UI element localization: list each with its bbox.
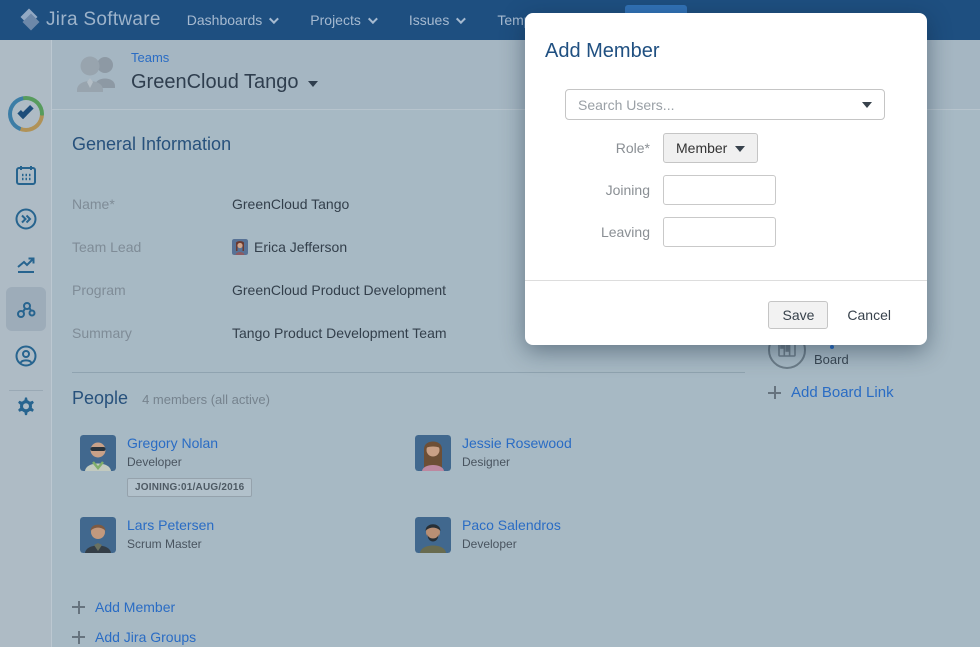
member-name-link[interactable]: Gregory Nolan [127, 435, 252, 452]
jira-logo-icon [20, 11, 38, 29]
add-jira-groups-label: Add Jira Groups [95, 629, 196, 645]
avatar [415, 435, 451, 471]
add-member-label: Add Member [95, 599, 175, 615]
dialog-footer-divider [525, 280, 927, 281]
plus-icon [72, 601, 85, 614]
nav-item-label: Dashboards [187, 12, 263, 28]
cancel-button[interactable]: Cancel [847, 307, 891, 323]
chart-icon[interactable] [14, 252, 38, 276]
avatar [80, 517, 116, 553]
avatar [415, 517, 451, 553]
member-role: Developer [462, 537, 561, 551]
nav-item-issues[interactable]: Issues [409, 12, 463, 28]
leaving-row: Leaving [525, 217, 927, 247]
member-card: Paco Salendros Developer [415, 517, 750, 575]
leaving-label: Leaving [525, 224, 650, 240]
dropdown-caret-icon[interactable] [862, 102, 872, 108]
role-value: Member [676, 140, 727, 156]
field-label: Team Lead [72, 239, 232, 255]
member-role: Designer [462, 455, 572, 469]
field-value: GreenCloud Product Development [232, 282, 446, 298]
member-card: Lars Petersen Scrum Master [80, 517, 415, 575]
add-board-link-label: Add Board Link [791, 384, 894, 401]
sidebar-divider [9, 390, 43, 391]
add-board-link[interactable]: Add Board Link [768, 384, 894, 401]
breadcrumb-teams-link[interactable]: Teams [131, 50, 169, 65]
gear-icon[interactable] [14, 394, 38, 418]
truncated-link-fragment [830, 345, 834, 349]
member-name-link[interactable]: Jessie Rosewood [462, 435, 572, 452]
dropdown-caret-icon [735, 146, 745, 152]
tempo-logo-icon[interactable] [8, 96, 44, 132]
search-users-input[interactable] [566, 97, 862, 113]
page-title-dropdown[interactable]: GreenCloud Tango [131, 71, 318, 94]
field-value: GreenCloud Tango [232, 196, 349, 212]
field-label: Summary [72, 325, 232, 341]
save-button[interactable]: Save [768, 301, 828, 329]
joining-date-input[interactable] [663, 175, 776, 205]
page-title: GreenCloud Tango [131, 71, 299, 94]
member-card: Jessie Rosewood Designer [415, 435, 750, 497]
section-heading: People [72, 388, 128, 409]
role-row: Role* Member [525, 133, 927, 163]
nav-item-label: Issues [409, 12, 449, 28]
dropdown-caret-icon [308, 81, 318, 87]
add-jira-groups-link[interactable]: Add Jira Groups [72, 629, 752, 645]
user-icon[interactable] [14, 344, 38, 368]
nav-item-projects[interactable]: Projects [310, 12, 375, 28]
chevron-down-icon [269, 14, 279, 24]
dialog-title: Add Member [545, 40, 660, 63]
people-subtitle: 4 members (all active) [142, 392, 270, 407]
jira-logo[interactable]: Jira Software [20, 9, 161, 31]
member-role: Developer [127, 455, 252, 469]
jira-logo-text: Jira Software [46, 9, 161, 31]
chevron-down-icon [368, 14, 378, 24]
plus-icon [72, 631, 85, 644]
calendar-icon[interactable] [14, 163, 38, 187]
leaving-date-input[interactable] [663, 217, 776, 247]
field-value: Tango Product Development Team [232, 325, 447, 341]
member-name-link[interactable]: Paco Salendros [462, 517, 561, 534]
field-label: Name* [72, 196, 232, 212]
role-select-button[interactable]: Member [663, 133, 758, 163]
double-chevron-icon[interactable] [14, 207, 38, 231]
left-sidebar [0, 40, 52, 647]
people-section: People 4 members (all active) Gregory No… [72, 388, 752, 645]
board-label: Board [814, 352, 849, 369]
joining-label: Joining [525, 182, 650, 198]
add-member-link[interactable]: Add Member [72, 599, 752, 615]
avatar [232, 239, 248, 255]
team-avatar-icon [75, 52, 121, 96]
role-label: Role* [525, 140, 650, 156]
network-icon[interactable] [14, 298, 38, 322]
plus-icon [768, 386, 781, 399]
nav-item-dashboards[interactable]: Dashboards [187, 12, 277, 28]
field-value: Erica Jefferson [232, 239, 347, 255]
member-role: Scrum Master [127, 537, 214, 551]
nav-item-label: Projects [310, 12, 361, 28]
joining-row: Joining [525, 175, 927, 205]
section-divider [72, 372, 745, 373]
field-label: Program [72, 282, 232, 298]
member-name-link[interactable]: Lars Petersen [127, 517, 214, 534]
add-member-dialog: Add Member Role* Member Joining Leaving … [525, 13, 927, 345]
member-grid: Gregory Nolan Developer JOINING:01/AUG/2… [80, 435, 752, 575]
member-card: Gregory Nolan Developer JOINING:01/AUG/2… [80, 435, 415, 497]
avatar [80, 435, 116, 471]
navbar-menu: Dashboards Projects Issues Tempo [187, 12, 554, 28]
chevron-down-icon [456, 14, 466, 24]
app-root: Jira Software Dashboards Projects Issues… [0, 0, 980, 647]
team-lead-name: Erica Jefferson [254, 239, 347, 255]
joining-badge: JOINING:01/AUG/2016 [127, 478, 252, 497]
search-users-combobox[interactable] [565, 89, 885, 120]
